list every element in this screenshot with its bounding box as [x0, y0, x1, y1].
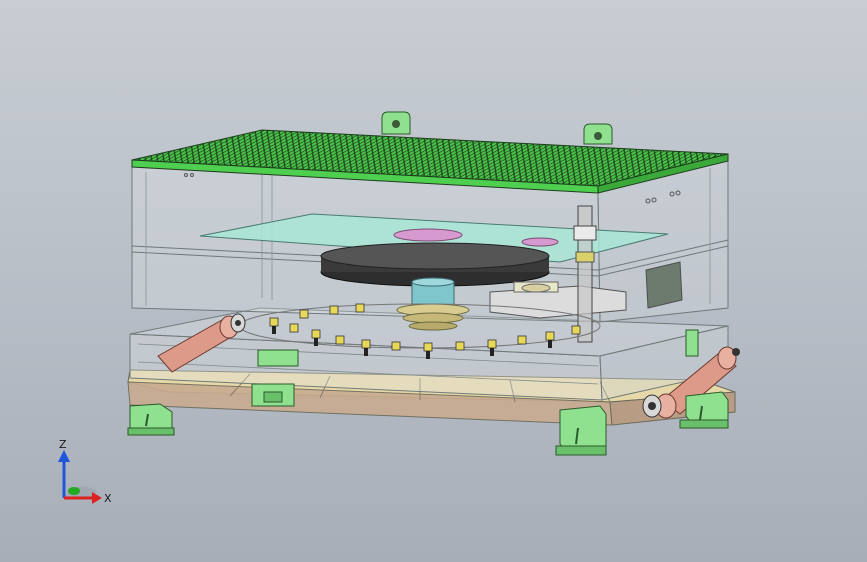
triad-x-label: X [104, 492, 112, 505]
clamp-fixture[interactable] [329, 305, 339, 315]
clamp-fixture[interactable] [335, 335, 345, 345]
mounting-foot-icon[interactable] [679, 391, 729, 429]
triad-z-arrow-icon [58, 450, 70, 462]
cad-viewport[interactable]: Z X [0, 0, 867, 562]
assembly-model[interactable] [0, 0, 867, 562]
clamp-fixture[interactable] [517, 335, 527, 345]
lifting-lug-icon[interactable] [583, 123, 613, 145]
clamp-fixture[interactable] [545, 331, 555, 341]
clamp-stem [548, 340, 552, 348]
clamp-stem [364, 348, 368, 356]
clamp-fixture[interactable] [289, 323, 299, 333]
cylinder-bracket [685, 329, 699, 357]
clamp-fixture[interactable] [311, 329, 321, 339]
clamp-fixture[interactable] [269, 317, 279, 327]
clamp-stem [426, 351, 430, 359]
pink-disc [393, 228, 463, 242]
lifting-lug-icon[interactable] [381, 111, 411, 135]
triad-z-label: Z [59, 438, 67, 451]
clamp-stem [272, 326, 276, 334]
clamp-stem [490, 348, 494, 356]
view-triad[interactable]: Z X [40, 436, 120, 516]
clamp-fixture[interactable] [355, 303, 365, 313]
clamp-fixture[interactable] [423, 342, 433, 352]
clamp-fixture[interactable] [391, 341, 401, 351]
side-panel [645, 261, 683, 309]
clamp-stem [314, 338, 318, 346]
clamp-fixture[interactable] [361, 339, 371, 349]
triad-x-arrow-icon [92, 492, 102, 504]
mounting-foot-icon[interactable] [555, 405, 607, 456]
triad-y-axis-icon [68, 487, 80, 495]
pivot-pin-icon [648, 402, 656, 410]
pink-disc-small [521, 237, 559, 247]
pivot-pin-icon [732, 348, 740, 356]
clamp-fixture[interactable] [571, 325, 581, 335]
clamp-fixture[interactable] [299, 309, 309, 319]
clamp-fixture[interactable] [487, 339, 497, 349]
mounting-foot-icon[interactable] [127, 403, 175, 436]
clamp-fixture[interactable] [455, 341, 465, 351]
pivot-pin-icon [235, 320, 241, 326]
